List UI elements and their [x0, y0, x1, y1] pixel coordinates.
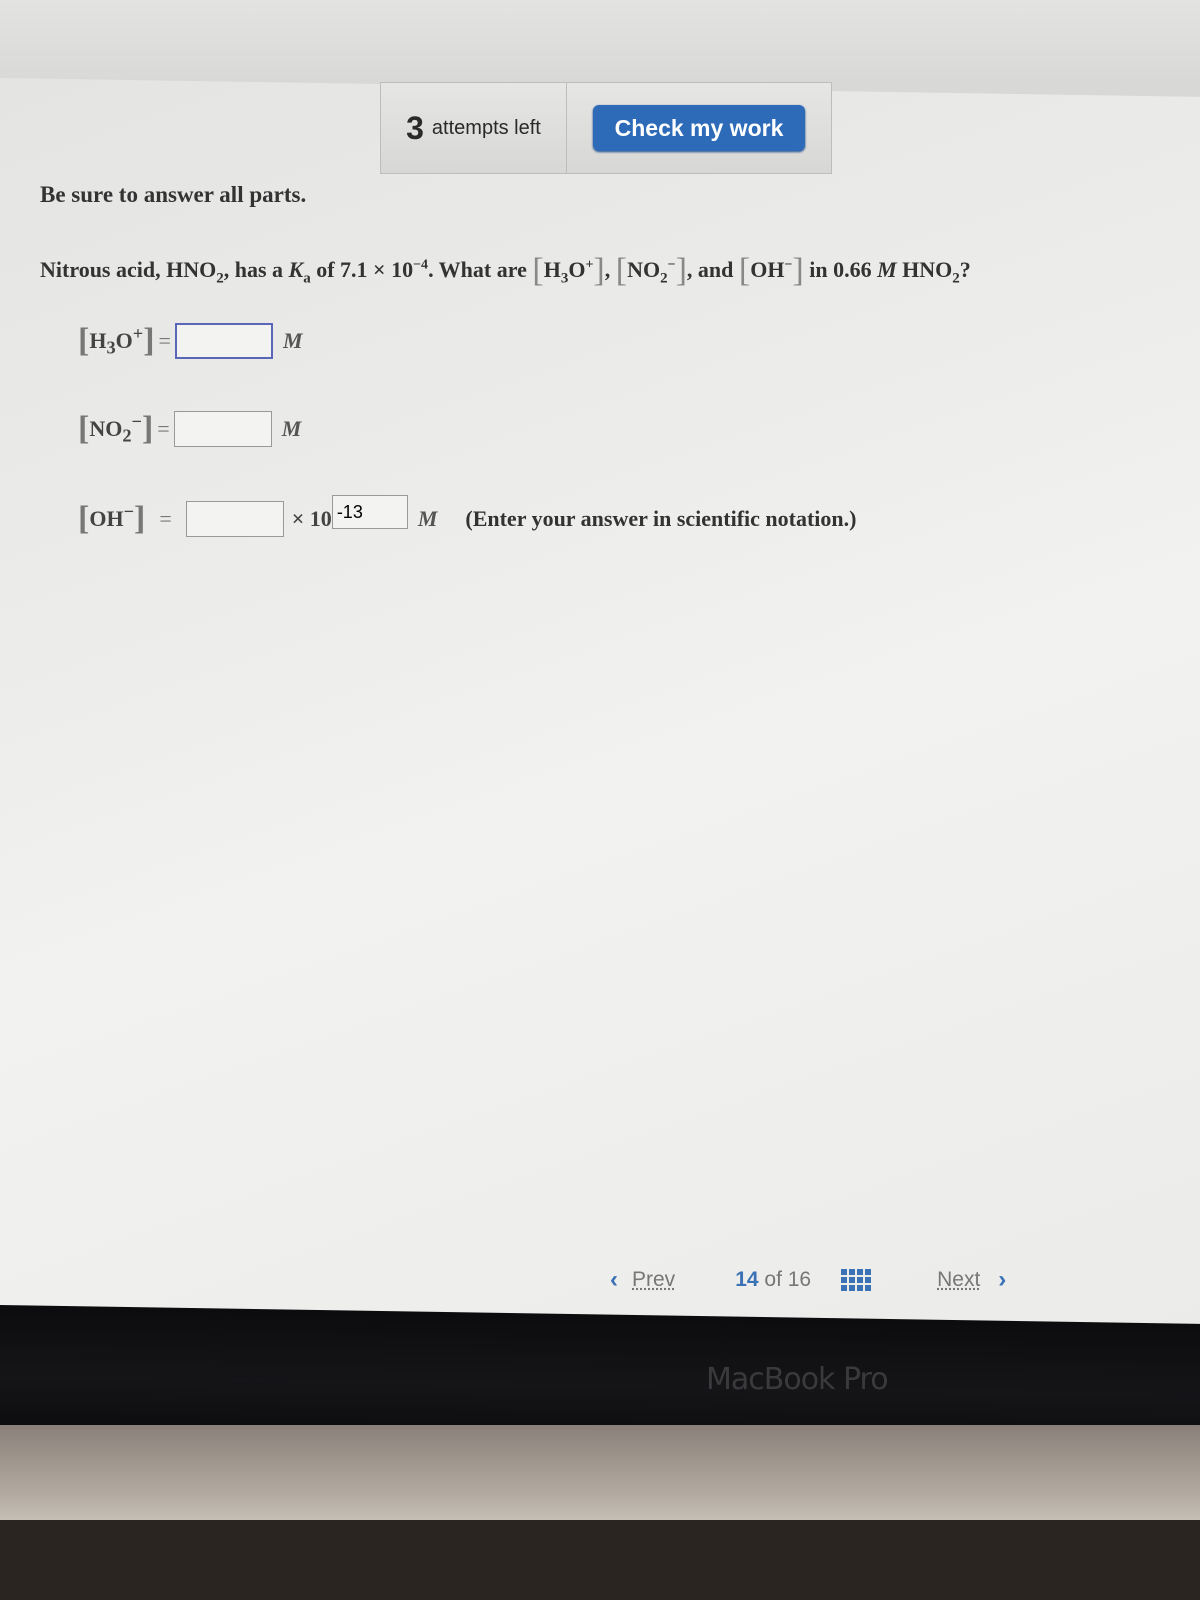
q-text: of 7.1 × 10 [310, 257, 414, 282]
photo-background-bottom [0, 1520, 1200, 1600]
question-navigation: ‹ Prev 14 of 16 Next › [610, 1266, 1110, 1294]
answer-row-h3o: [H3O+] = M [78, 322, 303, 360]
photo-background-top [0, 0, 1200, 80]
equals-sign: = [159, 506, 172, 531]
attempts-indicator: 3 attempts left [381, 83, 567, 173]
q-text: in 0.66 [803, 257, 878, 282]
equals-sign: = [157, 416, 170, 441]
attempts-toolbar: 3 attempts left Check my work [380, 82, 832, 174]
unit-label: M [282, 328, 303, 353]
no2-label: [NO2−] [78, 410, 154, 447]
current-page: 14 [735, 1268, 759, 1291]
q-sub: a [303, 270, 311, 287]
q-text: O [568, 257, 586, 282]
q-exponent: −4 [413, 257, 429, 273]
q-sup: − [667, 257, 676, 273]
q-sub: 2 [952, 270, 960, 287]
check-my-work-button[interactable]: Check my work [593, 105, 805, 151]
q-sub: 2 [660, 270, 668, 287]
q-text: , and [686, 257, 739, 282]
q-text: HNO [896, 257, 953, 282]
scientific-notation-hint: (Enter your answer in scientific notatio… [465, 506, 857, 531]
oh-label: [OH−] [78, 500, 146, 537]
chevron-left-icon[interactable]: ‹ [610, 1266, 618, 1294]
times-ten-label: × 10 [291, 506, 332, 531]
oh-input[interactable] [185, 501, 284, 537]
laptop-bezel [0, 1305, 1200, 1444]
q-text: NO [627, 257, 661, 282]
total-pages: 16 [787, 1268, 812, 1291]
h3o-label: [H3O+] [78, 322, 155, 359]
molar-symbol: M [877, 257, 897, 282]
oh-exponent-input[interactable] [331, 495, 408, 529]
q-text: OH [750, 257, 785, 282]
q-text: ? [959, 257, 971, 282]
unit-label: M [417, 506, 438, 531]
grid-icon[interactable] [841, 1269, 872, 1291]
ka-symbol: K [288, 257, 304, 282]
page-indicator: 14 of 16 [735, 1268, 811, 1292]
attempts-count: 3 [406, 109, 424, 146]
next-link[interactable]: Next [937, 1268, 980, 1292]
q-sub: 2 [216, 270, 224, 287]
q-text: Nitrous acid, HNO [40, 257, 217, 282]
q-text: , has a [223, 257, 289, 282]
chevron-right-icon[interactable]: › [998, 1266, 1006, 1294]
h3o-input[interactable] [174, 323, 273, 359]
question-text: Nitrous acid, HNO2, has a Ka of 7.1 × 10… [40, 252, 971, 289]
laptop-base [0, 1425, 1200, 1525]
attempts-label: attempts left [431, 116, 541, 139]
unit-label: M [281, 416, 302, 441]
q-text: . What are [428, 257, 533, 282]
of-label: of [764, 1268, 782, 1291]
device-label: MacBook Pro [706, 1362, 889, 1397]
answer-row-no2: [NO2−] = M [78, 410, 301, 448]
instructions: Be sure to answer all parts. [40, 182, 307, 207]
answer-row-oh: [OH−] = × 10 M (Enter your answer in sci… [78, 495, 857, 538]
prev-link[interactable]: Prev [632, 1268, 675, 1292]
q-text: H [543, 257, 561, 282]
no2-input[interactable] [173, 411, 272, 447]
equals-sign: = [158, 328, 171, 353]
